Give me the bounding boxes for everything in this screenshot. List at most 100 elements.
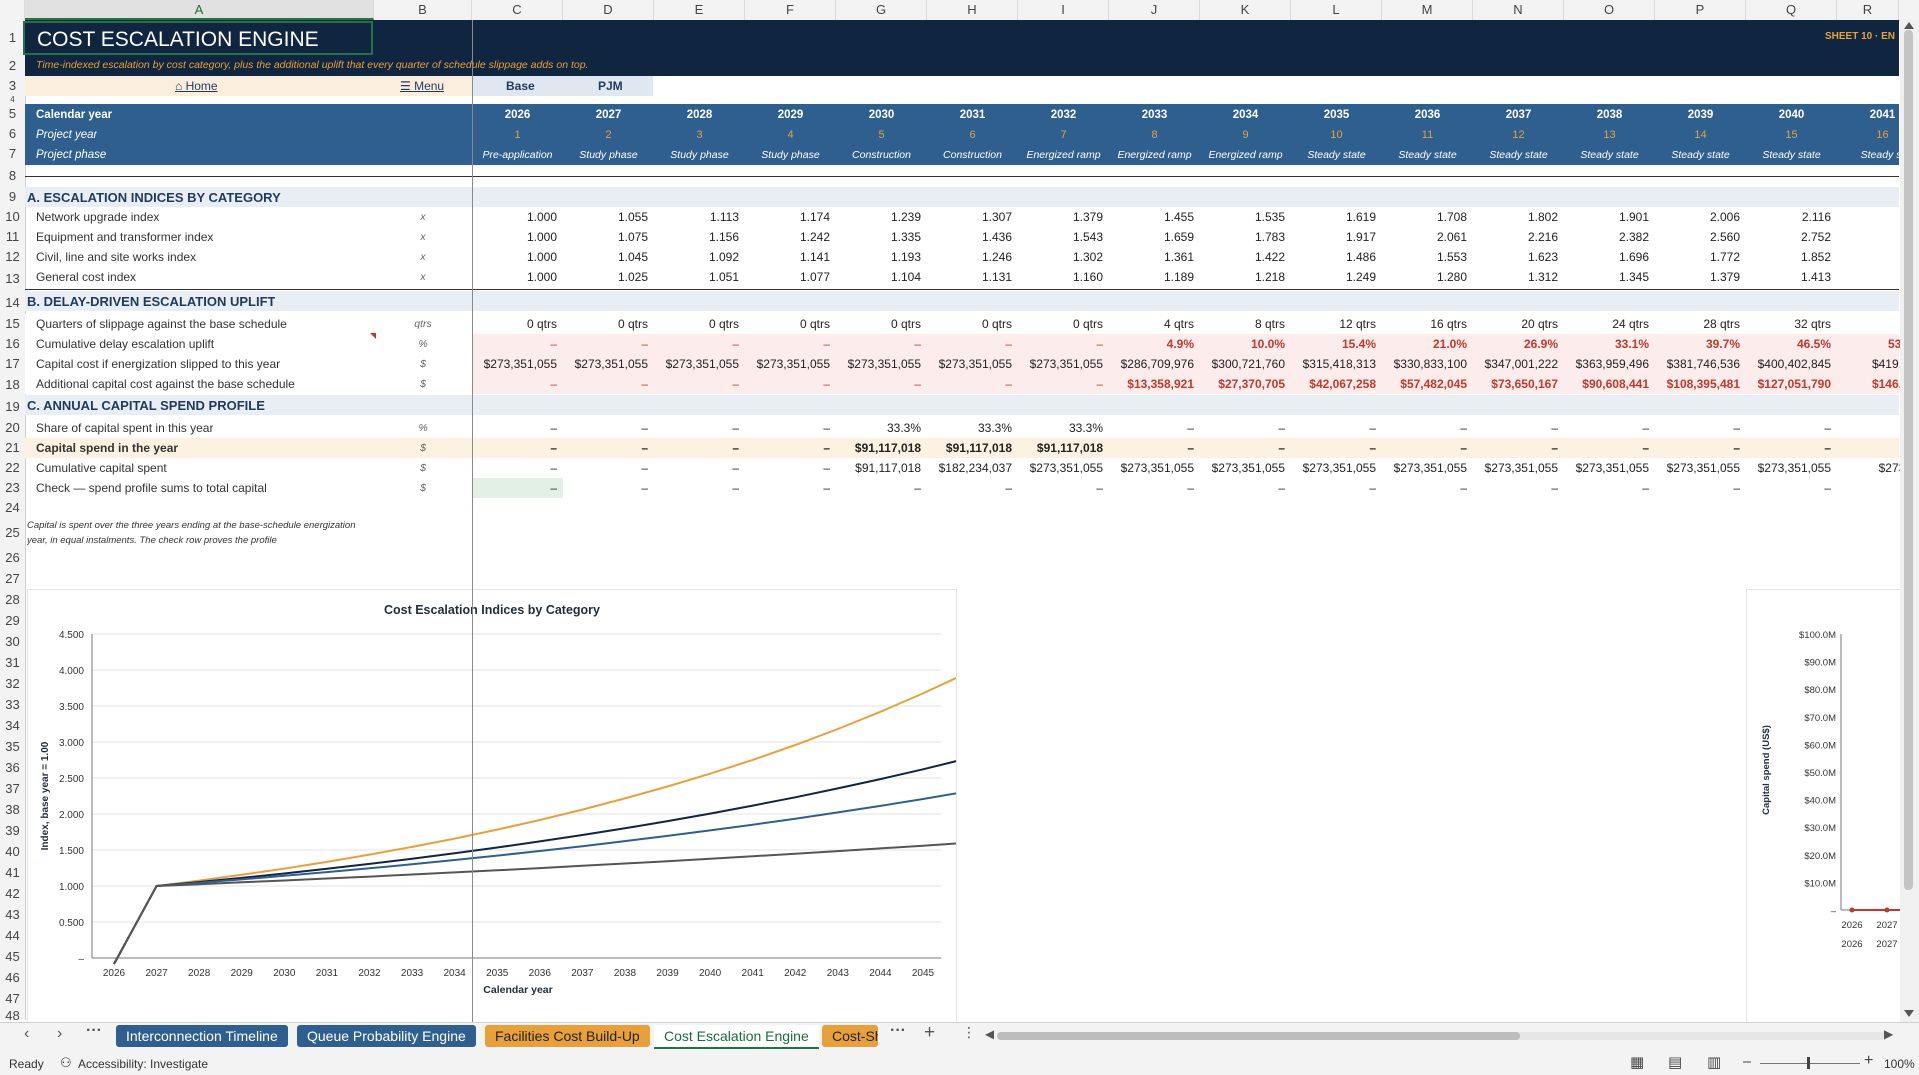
more-tabs-icon[interactable]: ···	[86, 1022, 102, 1040]
data-cell[interactable]: 1.659	[1109, 230, 1194, 244]
data-cell[interactable]: 1.000	[472, 270, 557, 284]
data-cell[interactable]: 20 qtrs	[1473, 317, 1558, 331]
data-cell[interactable]: 1.131	[927, 270, 1012, 284]
data-cell[interactable]: –	[1109, 441, 1194, 455]
row-header-3[interactable]: 3	[0, 76, 25, 96]
data-cell[interactable]: $182,234,037	[927, 461, 1012, 475]
data-cell[interactable]: 0 qtrs	[927, 317, 1012, 331]
tab-options-icon[interactable]: ⋮	[962, 1024, 976, 1041]
zoom-out-icon[interactable]: –	[1743, 1053, 1751, 1070]
data-cell[interactable]: –	[1655, 441, 1740, 455]
row-header-21[interactable]: 21	[0, 438, 25, 458]
data-cell[interactable]: –	[745, 337, 830, 351]
data-cell[interactable]: 0 qtrs	[654, 317, 739, 331]
data-cell[interactable]: –	[745, 481, 830, 495]
data-cell[interactable]: –	[654, 337, 739, 351]
data-cell[interactable]: –	[1473, 441, 1558, 455]
row-header-20[interactable]: 20	[0, 418, 25, 438]
vertical-scroll-thumb[interactable]	[1904, 30, 1913, 890]
data-cell[interactable]: –	[563, 441, 648, 455]
escalation-chart[interactable]: Cost Escalation Indices by Category – 0.50…	[27, 589, 967, 1024]
column-header-h[interactable]: H	[927, 0, 1018, 20]
data-cell[interactable]: 1.852	[1746, 250, 1831, 264]
scenario-pjm[interactable]: PJM	[598, 79, 623, 93]
data-cell[interactable]: 2.382	[1564, 230, 1649, 244]
data-cell[interactable]: 1.802	[1473, 210, 1558, 224]
data-cell[interactable]: 10.0%	[1200, 337, 1285, 351]
data-cell[interactable]: 1.302	[1018, 250, 1103, 264]
sheet-tab[interactable]: Queue Probability Engine	[297, 1025, 476, 1047]
data-cell[interactable]: –	[1382, 441, 1467, 455]
accessibility-icon[interactable]: ⚇	[60, 1055, 72, 1071]
data-cell[interactable]: $273,351,055	[1382, 461, 1467, 475]
data-cell[interactable]: –	[654, 441, 739, 455]
row-header-16[interactable]: 16	[0, 334, 25, 354]
data-cell[interactable]: 1.708	[1382, 210, 1467, 224]
row-header-44[interactable]: 44	[0, 925, 25, 946]
normal-view-icon[interactable]: ▦	[1630, 1053, 1644, 1071]
data-cell[interactable]: –	[654, 461, 739, 475]
page-layout-view-icon[interactable]: ▤	[1668, 1053, 1682, 1071]
data-cell[interactable]: $300,721,760	[1200, 357, 1285, 371]
data-cell[interactable]: 1.000	[472, 250, 557, 264]
row-header-30[interactable]: 30	[0, 631, 25, 652]
data-cell[interactable]: 1.772	[1655, 250, 1740, 264]
data-cell[interactable]: –	[1109, 421, 1194, 435]
data-cell[interactable]: 33.3%	[1018, 421, 1103, 435]
data-cell[interactable]: 1.413	[1746, 270, 1831, 284]
row-header-8[interactable]: 8	[0, 164, 25, 187]
row-header-15[interactable]: 15	[0, 314, 25, 334]
data-cell[interactable]: –	[472, 337, 557, 351]
data-cell[interactable]: 1.000	[472, 230, 557, 244]
data-cell[interactable]: –	[745, 377, 830, 391]
data-cell[interactable]: –	[745, 441, 830, 455]
row-header-28[interactable]: 28	[0, 589, 25, 610]
row-header-42[interactable]: 42	[0, 883, 25, 904]
data-cell[interactable]: 1.055	[563, 210, 648, 224]
data-cell[interactable]: 1.361	[1109, 250, 1194, 264]
row-header-38[interactable]: 38	[0, 799, 25, 820]
column-header-l[interactable]: L	[1291, 0, 1382, 20]
data-cell[interactable]: $91,117,018	[927, 441, 1012, 455]
data-cell[interactable]: 39.7%	[1655, 337, 1740, 351]
row-header-18[interactable]: 18	[0, 374, 25, 395]
hscroll-left-icon[interactable]: ◀	[985, 1027, 994, 1041]
data-cell[interactable]: 1.436	[927, 230, 1012, 244]
data-cell[interactable]: $73,650,167	[1473, 377, 1558, 391]
data-cell[interactable]: –	[654, 421, 739, 435]
sheet-tab[interactable]: Cost Escalation Engine	[654, 1025, 819, 1049]
data-cell[interactable]: –	[1746, 421, 1831, 435]
more-tabs-right-icon[interactable]: ···	[890, 1022, 906, 1040]
data-cell[interactable]: –	[654, 377, 739, 391]
data-cell[interactable]: –	[1109, 481, 1194, 495]
scenario-base[interactable]: Base	[506, 79, 535, 93]
row-header-17[interactable]: 17	[0, 354, 25, 374]
row-header-31[interactable]: 31	[0, 652, 25, 673]
data-cell[interactable]: $273,351,055	[1200, 461, 1285, 475]
data-cell[interactable]: –	[1018, 337, 1103, 351]
row-header-4[interactable]: 4	[0, 96, 25, 104]
data-cell[interactable]: 1.113	[654, 210, 739, 224]
data-cell[interactable]: 2.752	[1746, 230, 1831, 244]
data-cell[interactable]: 0 qtrs	[1018, 317, 1103, 331]
data-cell[interactable]: 12 qtrs	[1291, 317, 1376, 331]
data-cell[interactable]: –	[1018, 377, 1103, 391]
row-header-23[interactable]: 23	[0, 478, 25, 498]
row-header-2[interactable]: 2	[0, 56, 25, 76]
data-cell[interactable]: –	[1473, 421, 1558, 435]
data-cell[interactable]: 0 qtrs	[472, 317, 557, 331]
data-cell[interactable]: $42,067,258	[1291, 377, 1376, 391]
data-cell[interactable]: 1.901	[1564, 210, 1649, 224]
column-header-i[interactable]: I	[1018, 0, 1109, 20]
row-header-33[interactable]: 33	[0, 694, 25, 715]
data-cell[interactable]: –	[836, 377, 921, 391]
hscroll-right-icon[interactable]: ▶	[1884, 1027, 1893, 1041]
data-cell[interactable]: –	[1655, 421, 1740, 435]
row-header-7[interactable]: 7	[0, 144, 25, 164]
data-cell[interactable]: 1.623	[1473, 250, 1558, 264]
data-cell[interactable]: –	[745, 421, 830, 435]
row-header-45[interactable]: 45	[0, 946, 25, 967]
row-header-37[interactable]: 37	[0, 778, 25, 799]
data-cell[interactable]: 2.006	[1655, 210, 1740, 224]
data-cell[interactable]: –	[927, 337, 1012, 351]
